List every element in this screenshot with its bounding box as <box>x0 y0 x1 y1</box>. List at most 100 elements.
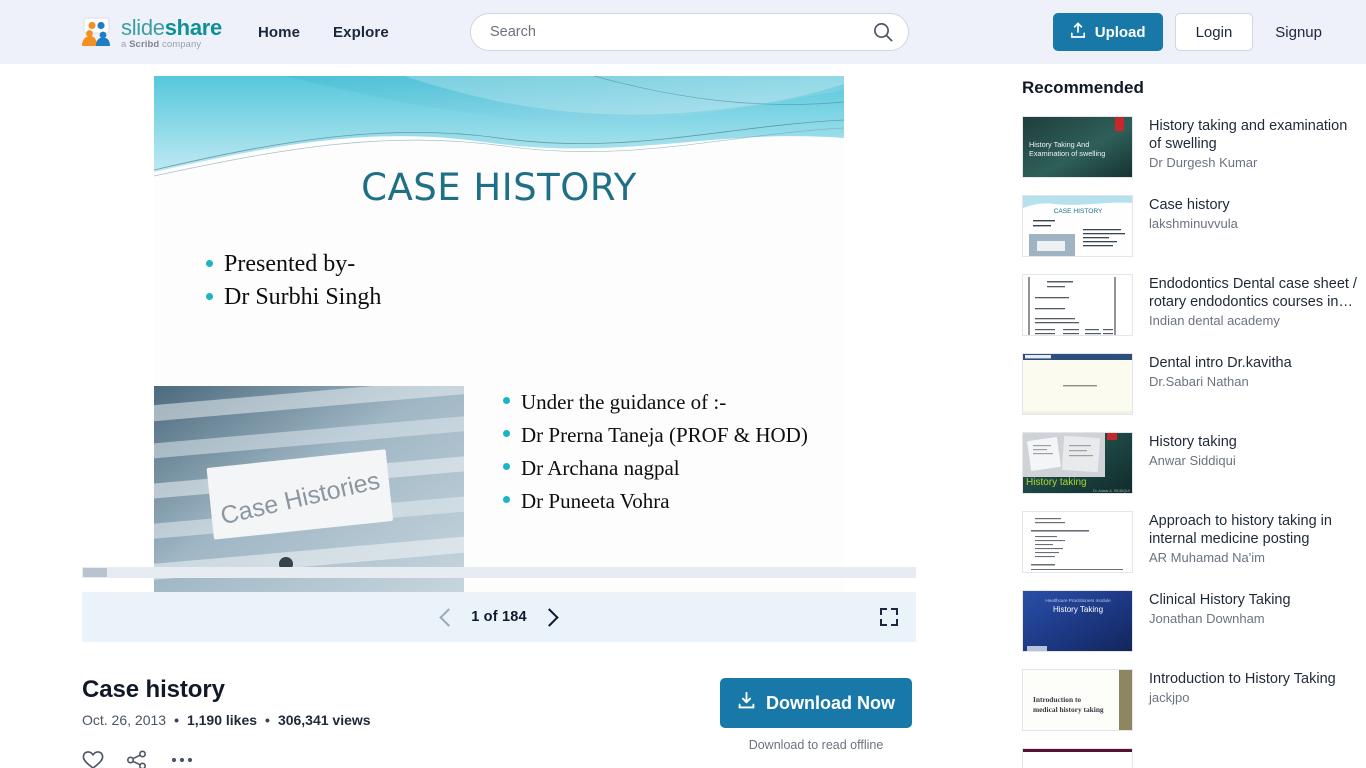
site-header: slideshare a Scribd company Home Explore <box>0 0 1366 64</box>
slide-stage: CASE HISTORY Presented by- Dr Surbhi Sin… <box>82 64 916 592</box>
svg-text:medical history taking: medical history taking <box>1033 705 1104 714</box>
logo-word-slide: slide <box>121 14 165 40</box>
logo-tagline: a Scribd company <box>121 38 202 50</box>
slide-bullet: Under the guidance of :- <box>499 386 809 419</box>
recommended-text: Approach to history taking in internal m… <box>1149 511 1362 573</box>
recommended-author: Dr.Sabari Nathan <box>1149 374 1249 389</box>
recommended-text: Clinical History Taking Jonathan Downham <box>1149 590 1291 652</box>
svg-text:Healthcare Practitioners modul: Healthcare Practitioners module <box>1045 598 1111 603</box>
recommended-item[interactable]: History Taking And Examination of swelli… <box>1022 116 1362 178</box>
recommended-item[interactable]: Endodontics Dental case sheet / rotary e… <box>1022 274 1362 336</box>
recommended-thumbnail: History Taking And Examination of swelli… <box>1022 116 1133 178</box>
recommended-author: AR Muhamad Na'im <box>1149 550 1265 565</box>
upload-button-label: Upload <box>1094 23 1146 41</box>
recommended-item[interactable]: Approach to history taking in internal m… <box>1022 511 1362 573</box>
separator-dot: • <box>174 712 179 728</box>
nav-item-home[interactable]: Home <box>258 24 300 41</box>
view-count: 306,341 views <box>277 712 371 728</box>
search-input[interactable] <box>490 24 872 40</box>
recommended-thumbnail <box>1022 353 1133 415</box>
download-now-button[interactable]: Download Now <box>720 678 912 728</box>
svg-text:History Taking: History Taking <box>1053 605 1103 614</box>
nav-item-explore[interactable]: Explore <box>333 24 389 41</box>
recommended-list: History Taking And Examination of swelli… <box>1022 116 1362 768</box>
like-count: 1,190 likes <box>186 712 258 728</box>
document-meta: Case history Oct. 26, 2013 • 1,190 likes… <box>82 676 916 768</box>
download-note: Download to read offline <box>748 738 884 752</box>
upload-icon <box>1070 22 1086 43</box>
fullscreen-icon[interactable] <box>880 608 898 626</box>
slideshare-logo-icon <box>78 16 114 48</box>
download-button-label: Download Now <box>766 692 895 713</box>
recommended-item[interactable]: Introduction to medical history taking I… <box>1022 669 1362 731</box>
slideshare-logo[interactable]: slideshare a Scribd company <box>78 15 222 50</box>
share-icon[interactable] <box>126 750 148 768</box>
recommended-title: Introduction to History Taking <box>1149 671 1336 687</box>
slide-bullet: Dr Archana nagpal <box>499 452 809 485</box>
recommended-text: History taking Anwar Siddiqui <box>1149 432 1237 494</box>
recommended-title: History taking <box>1149 434 1237 450</box>
more-icon[interactable] <box>170 750 194 768</box>
previous-slide-icon[interactable] <box>439 607 458 627</box>
recommended-item[interactable]: Dental intro Dr.kavitha Dr.Sabari Nathan <box>1022 353 1362 415</box>
slide-navigation-bar: 1 of 184 <box>82 592 916 642</box>
logo-wordmark: slideshare <box>121 14 222 40</box>
recommended-title: Case history <box>1149 197 1230 213</box>
slide-presented-by-list: Presented by- Dr Surbhi Singh <box>202 248 381 314</box>
slide-title: CASE HISTORY <box>361 166 637 209</box>
separator-dot: • <box>265 712 270 728</box>
svg-text:Introduction to: Introduction to <box>1033 695 1081 704</box>
recommended-item[interactable]: CASE HISTORY Case history lakshminuvvula <box>1022 195 1362 257</box>
search-icon[interactable] <box>872 21 894 43</box>
recommended-text: Case history lakshminuvvula <box>1149 195 1238 257</box>
svg-text:Dr. Anwar A. SIDDIQUI: Dr. Anwar A. SIDDIQUI <box>1093 489 1130 493</box>
recommended-title: Endodontics Dental case sheet / rotary e… <box>1149 276 1357 310</box>
slide-player-column: CASE HISTORY Presented by- Dr Surbhi Sin… <box>82 64 916 768</box>
recommended-title: Clinical History Taking <box>1149 592 1291 608</box>
publish-date: Oct. 26, 2013 <box>82 712 167 728</box>
recommended-author: Dr Durgesh Kumar <box>1149 155 1258 170</box>
recommended-text: Dental intro Dr.kavitha Dr.Sabari Nathan <box>1149 353 1292 415</box>
recommended-title: Approach to history taking in internal m… <box>1149 513 1332 547</box>
header-actions: Upload Login Signup <box>1052 13 1332 51</box>
svg-text:CASE HISTORY: CASE HISTORY <box>1054 208 1103 215</box>
scrollbar-thumb[interactable] <box>83 568 107 577</box>
slide-counter: 1 of 184 <box>471 609 527 625</box>
primary-nav: Home Explore <box>258 24 389 41</box>
like-icon[interactable] <box>82 750 104 768</box>
document-info: Case history Oct. 26, 2013 • 1,190 likes… <box>82 676 716 768</box>
recommended-thumbnail: History taking Dr. Anwar A. SIDDIQUI <box>1022 432 1133 494</box>
download-area: Download Now Download to read offline <box>716 676 916 752</box>
recommended-text: Endodontics Dental case sheet / rotary e… <box>1149 274 1362 336</box>
upload-button[interactable]: Upload <box>1052 13 1163 51</box>
document-actions <box>82 750 716 768</box>
page-title: Case history <box>82 676 225 703</box>
search-bar[interactable] <box>470 13 909 51</box>
svg-text:History Taking And: History Taking And <box>1029 140 1089 149</box>
recommended-thumbnail <box>1022 274 1133 336</box>
slide-bullet: Dr Puneeta Vohra <box>499 485 809 518</box>
login-button[interactable]: Login <box>1174 13 1254 51</box>
recommended-item[interactable]: Healthcare Practitioners module History … <box>1022 590 1362 652</box>
recommended-author: Indian dental academy <box>1149 313 1280 328</box>
slide-bullet: Presented by- <box>202 248 381 281</box>
next-slide-icon[interactable] <box>540 607 559 627</box>
recommended-item[interactable]: History taking Dr. Anwar A. SIDDIQUI His… <box>1022 432 1362 494</box>
download-icon <box>737 691 756 715</box>
signup-button[interactable]: Signup <box>1265 13 1332 51</box>
recommended-title: History taking and examination of swelli… <box>1149 118 1348 152</box>
svg-text:Examination of swelling: Examination of swelling <box>1029 149 1105 158</box>
recommended-author: Anwar Siddiqui <box>1149 453 1236 468</box>
recommended-sidebar: Recommended History Taking And Examinati… <box>1022 64 1362 768</box>
slide-nav-controls: 1 of 184 <box>439 607 559 627</box>
slide-horizontal-scrollbar[interactable] <box>82 567 916 578</box>
recommended-heading: Recommended <box>1022 78 1144 97</box>
slide-canvas[interactable]: CASE HISTORY Presented by- Dr Surbhi Sin… <box>154 76 844 592</box>
recommended-text: History taking and examination of swelli… <box>1149 116 1362 178</box>
slide-photo-case-histories: Case Histories <box>154 386 464 592</box>
recommended-item-partial[interactable] <box>1022 748 1362 768</box>
recommended-author: jackjpo <box>1149 690 1190 705</box>
recommended-author: lakshminuvvula <box>1149 216 1238 231</box>
slide-guidance-list: Under the guidance of :- Dr Prerna Tanej… <box>499 386 809 518</box>
recommended-thumbnail: Healthcare Practitioners module History … <box>1022 590 1133 652</box>
